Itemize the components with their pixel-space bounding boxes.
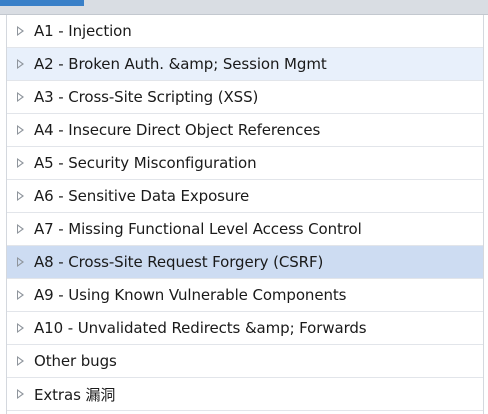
expand-triangle-icon[interactable] xyxy=(17,290,24,300)
top-bar xyxy=(0,0,488,15)
menu-item-label: A5 - Security Misconfiguration xyxy=(34,154,257,172)
menu-item-label: Other bugs xyxy=(34,352,117,370)
menu-item-label: A8 - Cross-Site Request Forgery (CSRF) xyxy=(34,253,324,271)
menu-item-a6[interactable]: A6 - Sensitive Data Exposure xyxy=(7,180,483,213)
expand-triangle-icon[interactable] xyxy=(17,356,24,366)
expand-triangle-icon[interactable] xyxy=(17,191,24,201)
menu-item-a8[interactable]: A8 - Cross-Site Request Forgery (CSRF) xyxy=(7,246,483,279)
menu-item-label: A6 - Sensitive Data Exposure xyxy=(34,187,250,205)
expand-triangle-icon[interactable] xyxy=(17,323,24,333)
menu-item-label: A7 - Missing Functional Level Access Con… xyxy=(34,220,362,238)
menu-item-label: A1 - Injection xyxy=(34,22,132,40)
menu-item-extras[interactable]: Extras 漏洞 xyxy=(7,378,483,411)
menu-item-a4[interactable]: A4 - Insecure Direct Object References xyxy=(7,114,483,147)
expand-triangle-icon[interactable] xyxy=(17,26,24,36)
menu-list: A1 - Injection A2 - Broken Auth. &amp; S… xyxy=(7,15,483,411)
expand-triangle-icon[interactable] xyxy=(17,92,24,102)
expand-triangle-icon[interactable] xyxy=(17,389,24,399)
expand-triangle-icon[interactable] xyxy=(17,59,24,69)
menu-item-label: A2 - Broken Auth. &amp; Session Mgmt xyxy=(34,55,327,73)
expand-triangle-icon[interactable] xyxy=(17,224,24,234)
menu-item-a7[interactable]: A7 - Missing Functional Level Access Con… xyxy=(7,213,483,246)
menu-item-a9[interactable]: A9 - Using Known Vulnerable Components xyxy=(7,279,483,312)
menu-item-label: A10 - Unvalidated Redirects &amp; Forwar… xyxy=(34,319,367,337)
menu-item-label: A9 - Using Known Vulnerable Components xyxy=(34,286,347,304)
menu-item-a5[interactable]: A5 - Security Misconfiguration xyxy=(7,147,483,180)
menu-item-label: A3 - Cross-Site Scripting (XSS) xyxy=(34,88,259,106)
expand-triangle-icon[interactable] xyxy=(17,158,24,168)
menu-item-label: Extras 漏洞 xyxy=(34,385,116,404)
expand-triangle-icon[interactable] xyxy=(17,125,24,135)
menu-item-a10[interactable]: A10 - Unvalidated Redirects &amp; Forwar… xyxy=(7,312,483,345)
menu-item-a2[interactable]: A2 - Broken Auth. &amp; Session Mgmt xyxy=(7,48,483,81)
navigation-panel: A1 - Injection A2 - Broken Auth. &amp; S… xyxy=(6,15,484,414)
expand-triangle-icon[interactable] xyxy=(17,257,24,267)
menu-item-other-bugs[interactable]: Other bugs xyxy=(7,345,483,378)
menu-item-a3[interactable]: A3 - Cross-Site Scripting (XSS) xyxy=(7,81,483,114)
active-tab-indicator[interactable] xyxy=(0,0,84,6)
menu-item-a1[interactable]: A1 - Injection xyxy=(7,15,483,48)
menu-item-label: A4 - Insecure Direct Object References xyxy=(34,121,321,139)
